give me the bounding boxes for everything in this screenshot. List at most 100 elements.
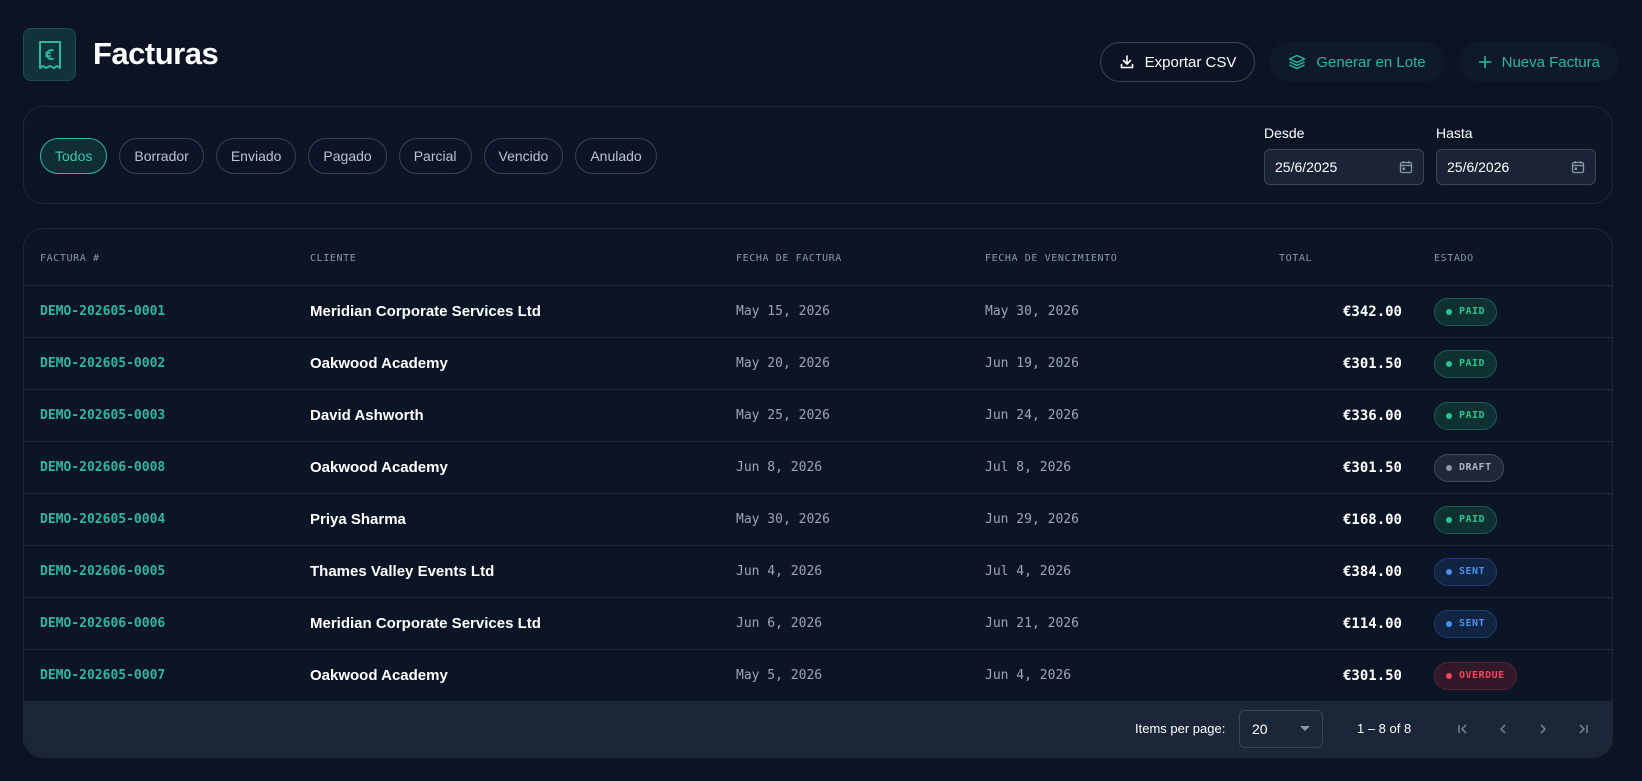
invoice-total: €336.00: [1342, 407, 1402, 424]
header-actions: Exportar CSV Generar en Lote Nueva Factu…: [1099, 42, 1619, 82]
invoice-date: May 15, 2026: [736, 304, 830, 319]
status-cell: OVERDUE: [1434, 650, 1517, 701]
prev-page-button[interactable]: [1489, 715, 1517, 743]
filter-chip-borrador[interactable]: Borrador: [119, 138, 204, 174]
status-text: PAID: [1459, 306, 1486, 317]
column-header-invoice[interactable]: FACTURA #: [40, 253, 100, 264]
table-row[interactable]: DEMO-202606-0008 Oakwood Academy Jun 8, …: [24, 442, 1612, 494]
filter-chip-todos[interactable]: Todos: [40, 138, 108, 174]
column-header-status[interactable]: ESTADO: [1434, 253, 1474, 264]
status-text: PAID: [1459, 410, 1486, 421]
status-cell: PAID: [1434, 494, 1498, 545]
invoice-date: Jun 8, 2026: [736, 460, 823, 475]
table-row[interactable]: DEMO-202605-0002 Oakwood Academy May 20,…: [24, 338, 1612, 390]
invoice-number-link[interactable]: DEMO-202606-0006: [40, 598, 165, 649]
invoice-number-link[interactable]: DEMO-202605-0007: [40, 650, 165, 701]
invoice-number-link[interactable]: DEMO-202605-0001: [40, 286, 165, 337]
date-from-label: Desde: [1264, 125, 1305, 141]
download-icon: [1120, 55, 1133, 69]
new-invoice-button[interactable]: Nueva Factura: [1458, 42, 1619, 82]
last-page-button[interactable]: [1569, 715, 1597, 743]
items-per-page-select[interactable]: 20: [1239, 710, 1323, 748]
table-row[interactable]: DEMO-202606-0005 Thames Valley Events Lt…: [24, 546, 1612, 598]
calendar-icon[interactable]: [1571, 160, 1585, 174]
status-dot-icon: [1446, 360, 1452, 367]
first-page-button[interactable]: [1449, 715, 1477, 743]
filter-chip-anulado[interactable]: Anulado: [575, 138, 657, 174]
invoice-number-link[interactable]: DEMO-202605-0003: [40, 390, 165, 441]
client-name: David Ashworth: [310, 407, 424, 424]
column-header-invoice-date[interactable]: FECHA DE FACTURA: [736, 253, 842, 264]
invoice-number-link[interactable]: DEMO-202605-0004: [40, 494, 165, 545]
batch-generate-button[interactable]: Generar en Lote: [1269, 42, 1445, 82]
status-badge: PAID: [1434, 349, 1498, 378]
date-from-group: Desde: [1264, 125, 1424, 185]
items-per-page-label: Items per page:: [1135, 721, 1226, 736]
status-badge: SENT: [1434, 609, 1498, 638]
status-text: OVERDUE: [1459, 670, 1505, 681]
filter-chip-vencido[interactable]: Vencido: [483, 138, 564, 174]
date-from-input[interactable]: [1275, 159, 1385, 175]
invoice-total: €301.50: [1342, 355, 1402, 372]
euro-receipt-icon: [23, 28, 76, 81]
status-badge: PAID: [1434, 505, 1498, 534]
column-header-total[interactable]: TOTAL: [1279, 253, 1312, 264]
table-row[interactable]: DEMO-202606-0006 Meridian Corporate Serv…: [24, 598, 1612, 650]
status-text: SENT: [1459, 566, 1486, 577]
table-body: DEMO-202605-0001 Meridian Corporate Serv…: [24, 286, 1612, 702]
invoice-number-link[interactable]: DEMO-202606-0005: [40, 546, 165, 597]
prev-page-icon: [1499, 724, 1506, 734]
invoice-number-link[interactable]: DEMO-202605-0002: [40, 338, 165, 389]
table-row[interactable]: DEMO-202605-0001 Meridian Corporate Serv…: [24, 286, 1612, 338]
status-cell: SENT: [1434, 546, 1498, 597]
status-dot-icon: [1446, 620, 1452, 627]
client-name: Priya Sharma: [310, 511, 406, 528]
filter-chip-parcial[interactable]: Parcial: [398, 138, 472, 174]
date-to-field[interactable]: [1436, 149, 1596, 185]
invoices-table: FACTURA # CLIENTE FECHA DE FACTURA FECHA…: [23, 228, 1613, 758]
invoice-date: Jun 4, 2026: [736, 564, 823, 579]
status-dot-icon: [1446, 412, 1452, 419]
invoice-total: €301.50: [1342, 667, 1402, 684]
page-range-label: 1 – 8 of 8: [1357, 721, 1412, 736]
status-badge: PAID: [1434, 401, 1498, 430]
table-row[interactable]: DEMO-202605-0007 Oakwood Academy May 5, …: [24, 650, 1612, 702]
filter-chip-enviado[interactable]: Enviado: [215, 138, 297, 174]
invoice-date: May 30, 2026: [736, 512, 830, 527]
table-row[interactable]: DEMO-202605-0003 David Ashworth May 25, …: [24, 390, 1612, 442]
layers-icon: [1289, 54, 1306, 70]
plus-icon: [1478, 55, 1491, 69]
status-cell: PAID: [1434, 286, 1498, 337]
due-date: May 30, 2026: [985, 304, 1079, 319]
status-cell: DRAFT: [1434, 442, 1504, 493]
invoice-date: May 5, 2026: [736, 668, 823, 683]
due-date: Jun 4, 2026: [985, 668, 1072, 683]
page-header: Facturas Exportar CSV Generar en Lote Nu…: [23, 28, 1619, 84]
invoice-number-link[interactable]: DEMO-202606-0008: [40, 442, 165, 493]
invoice-total: €114.00: [1342, 615, 1402, 632]
calendar-icon[interactable]: [1399, 160, 1413, 174]
due-date: Jun 19, 2026: [985, 356, 1079, 371]
due-date: Jul 8, 2026: [985, 460, 1072, 475]
date-from-field[interactable]: [1264, 149, 1424, 185]
export-csv-button[interactable]: Exportar CSV: [1099, 42, 1256, 82]
table-row[interactable]: DEMO-202605-0004 Priya Sharma May 30, 20…: [24, 494, 1612, 546]
invoice-date: May 25, 2026: [736, 408, 830, 423]
items-per-page-value: 20: [1252, 721, 1268, 737]
next-page-button[interactable]: [1529, 715, 1557, 743]
client-name: Thames Valley Events Ltd: [310, 563, 495, 580]
status-badge: PAID: [1434, 297, 1498, 326]
invoices-page: Facturas Exportar CSV Generar en Lote Nu…: [0, 0, 1642, 781]
invoice-total: €342.00: [1342, 303, 1402, 320]
filter-chip-pagado[interactable]: Pagado: [308, 138, 387, 174]
column-header-client[interactable]: CLIENTE: [310, 253, 356, 264]
last-page-icon: [1579, 724, 1588, 734]
status-dot-icon: [1446, 516, 1452, 523]
invoice-total: €168.00: [1342, 511, 1402, 528]
date-to-input[interactable]: [1447, 159, 1557, 175]
date-to-label: Hasta: [1436, 125, 1473, 141]
column-header-due-date[interactable]: FECHA DE VENCIMIENTO: [985, 253, 1117, 264]
due-date: Jun 21, 2026: [985, 616, 1079, 631]
caret-down-icon: [1300, 726, 1310, 731]
status-badge: SENT: [1434, 557, 1498, 586]
